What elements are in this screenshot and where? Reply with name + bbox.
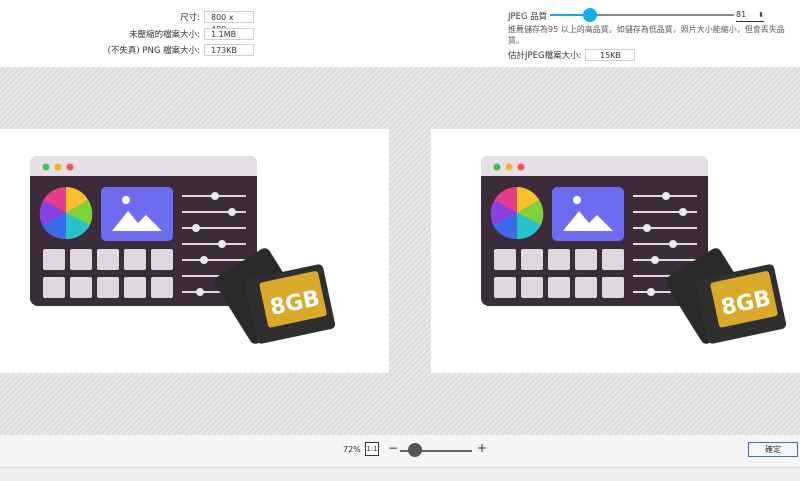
original-preview: 8GB [0,129,389,373]
jpeg-preview: 8GB [431,129,800,373]
jpeg-image: 8GB [481,156,787,344]
uncompressed-value: 1.1MB [204,28,254,40]
ok-button[interactable]: 確定 [748,442,798,457]
actual-size-button[interactable]: 1:1 [365,442,379,456]
bottom-toolbar: 72% 1:1 − + 確定 [0,435,800,467]
estimate-label: 估計JPEG檔案大小: [508,51,582,61]
png-size-value: 173KB [204,44,254,56]
uncompressed-row: 未壓縮的檔案大小: 1.1MB [129,27,254,41]
zoom-in-button[interactable]: + [477,442,487,454]
zoom-slider-handle[interactable] [408,443,422,457]
png-size-row: (不失真) PNG 檔案大小: 173KB [108,43,254,57]
png-size-label: (不失真) PNG 檔案大小: [107,46,200,56]
size-row: 尺寸: 800 x 480 [180,10,254,34]
zoom-percent: 72% [343,445,361,454]
quality-hint: 推薦儲存為95 以上的高品質。如儲存為低品質，照片大小能縮小，但會丟失品質。 [508,25,785,45]
status-strip [0,467,800,481]
jpeg-quality-slider[interactable] [550,8,734,22]
estimate-value: 15KB [585,49,636,61]
jpeg-quality-handle[interactable] [583,8,597,22]
jpeg-quality-spinner[interactable]: 81 ⬍ [736,8,764,22]
estimate-row: 估計JPEG檔案大小: 15KB [508,48,636,62]
jpeg-quality-value: 81 [736,10,747,19]
jpeg-quality-label: JPEG 品質 [508,12,548,22]
size-value: 800 x 480 [204,11,254,34]
settings-panel: 尺寸: 800 x 480 未壓縮的檔案大小: 1.1MB (不失真) PNG … [0,0,800,67]
size-label: 尺寸: [180,13,200,23]
preview-area: 8GB 8GB [0,67,800,435]
zoom-out-button[interactable]: − [388,442,398,454]
original-image: 8GB [30,156,336,344]
uncompressed-label: 未壓縮的檔案大小: [129,30,200,40]
spinner-arrows-icon[interactable]: ⬍ [758,11,764,19]
